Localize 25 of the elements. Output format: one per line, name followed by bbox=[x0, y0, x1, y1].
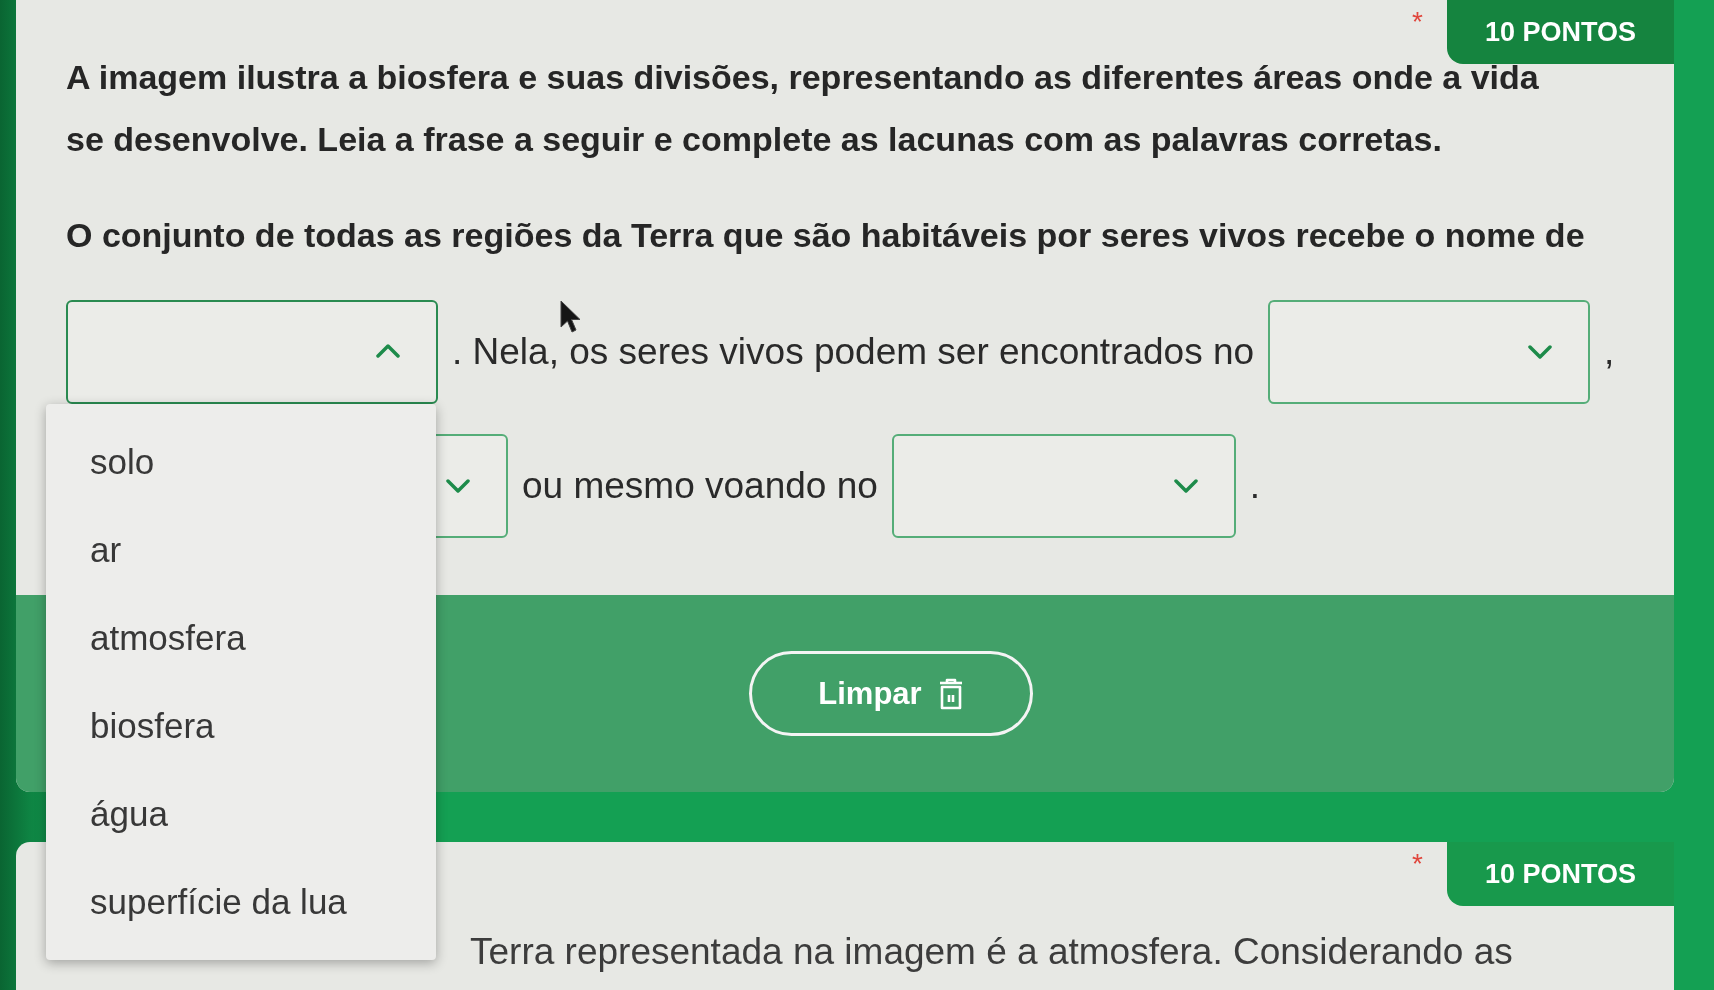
points-badge: 10 PONTOS bbox=[1446, 0, 1674, 64]
sentence-text: . bbox=[1249, 464, 1261, 508]
trash-icon bbox=[937, 677, 964, 710]
sentence-text: . Nela, os seres vivos podem ser encontrados no bbox=[452, 330, 1255, 374]
dropdown-option[interactable]: água bbox=[46, 770, 436, 858]
sentence-text: ou mesmo voando no bbox=[522, 464, 878, 508]
dropdown-option[interactable]: biosfera bbox=[46, 682, 436, 770]
chevron-down-icon bbox=[446, 479, 470, 493]
mouse-cursor-icon bbox=[560, 300, 582, 334]
chevron-down-icon bbox=[1528, 345, 1553, 359]
question-text: Terra representada na imagem é a atmosfera. Considerando as bbox=[470, 930, 1514, 974]
sentence-text: , bbox=[1604, 330, 1615, 374]
dropdown-option[interactable]: superfície da lua bbox=[46, 858, 436, 946]
dropdown-option[interactable]: atmosfera bbox=[46, 594, 436, 682]
dropdown-field[interactable] bbox=[66, 300, 438, 404]
statement-text: O conjunto de todas as regiões da Terra que são habitáveis por seres vivos recebe o nome de bbox=[66, 215, 1586, 256]
required-mark: * bbox=[1412, 847, 1423, 878]
dropdown-option[interactable]: solo bbox=[46, 418, 436, 506]
dropdown-field[interactable] bbox=[1268, 300, 1591, 404]
dropdown-field[interactable] bbox=[891, 434, 1236, 538]
chevron-up-icon bbox=[376, 344, 400, 358]
dropdown-option[interactable]: ar bbox=[46, 506, 436, 594]
points-badge: 10 PONTOS bbox=[1446, 842, 1674, 906]
required-mark: * bbox=[1412, 5, 1423, 36]
chevron-down-icon bbox=[1173, 479, 1198, 493]
